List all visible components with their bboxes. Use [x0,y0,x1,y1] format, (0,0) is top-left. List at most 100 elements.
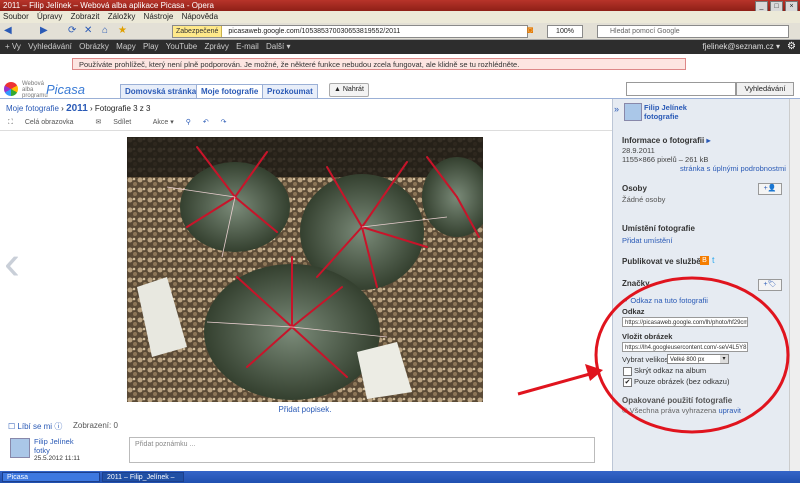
mail-icon: ✉ [95,119,102,126]
photo-info-label: Informace o fotografii [622,136,705,145]
expand-info-icon: ▸ [706,136,711,145]
search-input[interactable]: Hledat pomocí Google [597,25,789,38]
address-bar[interactable]: Zabezpečené picasaweb.google.com/1053853… [172,25,528,38]
menu-soubor[interactable]: Soubor [3,12,29,21]
logo-big-text: Picasa [46,82,86,97]
owner-name[interactable]: Filip Jelínek [644,103,687,112]
add-people-button[interactable]: +👤 [758,183,782,195]
breadcrumb-root[interactable]: Moje fotografie [6,104,59,113]
hide-album-checkbox[interactable] [623,367,632,376]
menu-zalozky[interactable]: Záložky [108,12,136,21]
address-url: picasaweb.google.com/1053853700306538195… [228,28,401,35]
zoom-icon[interactable]: ⚲ [186,119,191,126]
menu-nastroje[interactable]: Nástroje [144,12,174,21]
gbar-search[interactable]: Vyhledávání [28,42,72,51]
user-photos-link[interactable]: fotky [34,446,50,455]
add-caption-link[interactable]: Přidat popisek. [240,405,370,414]
toolbar-divider [0,130,612,131]
window-title: 2011 – Filip Jelínek – Webová alba aplik… [3,1,214,10]
forward-icon[interactable]: ▶ [40,25,48,37]
gbar-images[interactable]: Obrázky [79,42,109,51]
back-icon[interactable]: ◀ [4,25,12,37]
full-details-link[interactable]: stránka s úplnými podrobnostmi [680,164,786,173]
menu-upravy[interactable]: Úpravy [37,12,62,21]
no-people: Žádné osoby [622,195,666,204]
like-icon: ☐ [8,422,16,431]
breadcrumb-album[interactable]: 2011 [66,103,88,114]
gbar-youtube[interactable]: YouTube [166,42,197,51]
actions-menu[interactable]: Akce ▾ [153,119,174,126]
menu-napoveda[interactable]: Nápověda [182,12,218,21]
fullscreen-label: Celá obrazovka [24,119,74,126]
search-placeholder: Hledat pomocí Google [610,28,680,35]
picasa-logo[interactable]: Webová alba programu Picasa [4,80,85,99]
size-select[interactable]: Velké 800 px ▾ [667,354,729,364]
fullscreen-icon: ⛶ [8,119,13,126]
user-name[interactable]: Filip Jelínek [34,437,74,446]
photo-search-input[interactable] [626,82,736,96]
edit-rights-link[interactable]: upravit [718,406,741,415]
rss-icon[interactable]: ◙ [527,25,533,37]
comment-input[interactable]: Přidat poznámku ... [129,437,595,463]
secure-badge[interactable]: Zabezpečené [173,26,223,37]
photo-search-button[interactable]: Vyhledávání [736,82,794,96]
share-label: Sdílet [113,119,132,126]
blogger-icon[interactable]: B [700,256,709,265]
only-image-label: Pouze obrázek (bez odkazu) [634,377,730,386]
view-count: Zobrazení: 0 [73,421,118,430]
taskbar: Picasa 2011 – Filip_Jelínek – We... [0,471,800,491]
stop-icon[interactable]: ✕ [84,25,92,37]
rotate-left-icon[interactable]: ↶ [203,119,209,126]
size-label: Vybrat velikost [622,355,671,364]
fullscreen-button[interactable]: ⛶ Celá obrazovka [8,119,84,126]
tab-my-photos[interactable]: Moje fotografie [196,84,264,99]
size-select-value: Velké 800 px [670,357,705,363]
browser-warning: Používáte prohlížeč, který není plně pod… [72,58,686,70]
link-field[interactable]: https://picasaweb.google.com/lh/photo/hf… [622,317,748,327]
owner-photos[interactable]: fotografie [644,112,679,121]
menu-zobrazit[interactable]: Zobrazit [71,12,100,21]
help-icon[interactable]: ⓘ [54,422,62,431]
bookmark-star-icon[interactable]: ★ [118,25,127,37]
rotate-right-icon[interactable]: ↷ [221,119,227,126]
vertical-scrollbar[interactable] [789,99,800,471]
share-button[interactable]: ✉ Sdílet [95,119,141,126]
taskbar-item-picasa[interactable]: Picasa [2,472,100,482]
link-icon: ⚭ [622,296,629,305]
owner-avatar[interactable] [624,103,642,121]
gbar-play[interactable]: Play [143,42,159,51]
home-icon[interactable]: ⌂ [102,25,108,37]
gbar-you[interactable]: + Vy [5,42,21,51]
gbar-more[interactable]: Další ▾ [266,42,290,51]
zoom-select[interactable]: 100% [547,25,583,38]
gbar-news[interactable]: Zprávy [204,42,228,51]
breadcrumb-sep: › [61,104,64,113]
account-menu[interactable]: fjelinek@seznam.cz ▾ [703,40,781,54]
location-heading: Umístění fotografie [622,224,695,233]
reload-icon[interactable]: ⟳ [68,25,76,37]
gear-icon[interactable]: ⚙ [787,40,796,54]
tab-explore[interactable]: Prozkoumat [262,84,318,99]
upload-button[interactable]: ▲ Nahrát [329,83,369,97]
rights-info: © Všechna práva vyhrazena upravit [622,406,741,415]
add-tag-button[interactable]: +🏷 [758,279,782,291]
twitter-icon[interactable]: t [712,256,715,265]
previous-photo-arrow-icon[interactable]: ‹ [4,240,20,288]
gbar-email[interactable]: E-mail [236,42,259,51]
avatar[interactable] [10,438,30,458]
tab-home[interactable]: Domovská stránka [120,84,202,99]
link-to-photo[interactable]: ⚭ Odkaz na tuto fotografii [622,296,708,305]
embed-field[interactable]: https://lh4.googleusercontent.com/-seV4L… [622,342,748,352]
only-image-checkbox[interactable]: ✔ [623,378,632,387]
gbar-maps[interactable]: Mapy [116,42,136,51]
cactus-photo-image [127,137,483,402]
window-titlebar: 2011 – Filip Jelínek – Webová alba aplik… [0,0,800,12]
photo-size: 1155×866 pixelů – 261 kB [622,155,709,164]
publish-heading: Publikovat ve službě: [622,257,704,266]
like-button[interactable]: ☐ Líbí se mi ⓘ [8,421,62,432]
photo-info-heading[interactable]: Informace o fotografii ▸ [622,136,710,145]
collapse-sidebar-icon[interactable]: » [614,104,619,114]
add-location-link[interactable]: Přidat umístění [622,236,672,245]
cactus-photo[interactable] [127,137,483,402]
taskbar-item-opera[interactable]: 2011 – Filip_Jelínek – We... [102,472,184,491]
